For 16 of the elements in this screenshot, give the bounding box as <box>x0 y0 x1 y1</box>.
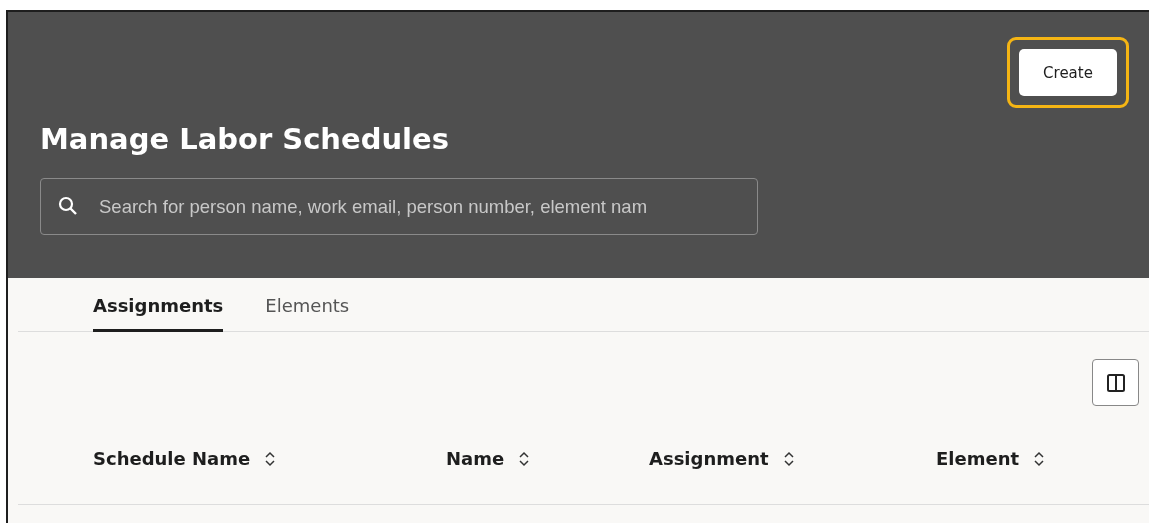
columns-icon <box>1105 372 1126 393</box>
column-header[interactable]: Element <box>936 448 1020 469</box>
column-header[interactable]: Schedule Name <box>93 448 251 469</box>
tab[interactable]: Assignments <box>93 292 224 332</box>
sort-icon[interactable] <box>264 450 277 467</box>
sort-icon[interactable] <box>518 450 531 467</box>
column-header[interactable]: Name <box>446 448 505 469</box>
search-field[interactable]: Search for person name, work email, person number, element nam <box>40 178 758 235</box>
columns-button[interactable] <box>1092 359 1139 406</box>
page-title: Manage Labor Schedules <box>40 122 450 156</box>
tab[interactable]: Elements <box>265 292 350 332</box>
column-header[interactable]: Assignment <box>649 448 769 469</box>
sort-icon[interactable] <box>782 450 795 467</box>
search-icon <box>58 196 78 216</box>
create-button[interactable]: Create <box>1019 49 1117 96</box>
sort-icon[interactable] <box>1033 450 1046 467</box>
